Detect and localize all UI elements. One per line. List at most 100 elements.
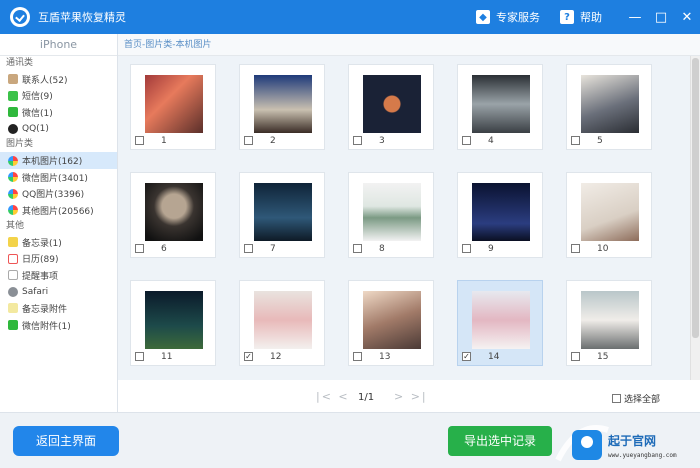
photo-tile-selected[interactable]: ✓ 14	[457, 280, 543, 366]
help-label: 帮助	[580, 11, 602, 24]
photo-thumbnail	[363, 75, 421, 133]
sidebar-item-calendar[interactable]: 日历(89)	[0, 250, 117, 267]
category-photos: 图片类	[6, 139, 34, 150]
sidebar-item-safari[interactable]: Safari	[0, 284, 117, 301]
photo-checkbox[interactable]	[462, 136, 471, 145]
photo-tile[interactable]: 4	[457, 64, 543, 150]
photo-grid: 1 2 3 4 5 6 7 8 9 10 11 ✓ 12 13 ✓ 14 15	[118, 56, 690, 380]
photo-tile[interactable]: 5	[566, 64, 652, 150]
sms-icon	[8, 90, 18, 101]
sidebar-item-other-photos[interactable]: 其他图片(20566)	[0, 202, 117, 219]
photos-icon	[8, 155, 18, 166]
select-all-checkbox[interactable]: 选择全部	[612, 392, 660, 405]
photo-checkbox[interactable]	[571, 244, 580, 253]
photo-thumbnail	[472, 183, 530, 241]
expert-service-label: 专家服务	[496, 11, 540, 24]
photo-checkbox[interactable]	[462, 244, 471, 253]
qq-icon	[8, 124, 18, 135]
photo-checkbox[interactable]	[353, 352, 362, 361]
expert-service-button[interactable]: ◆ 专家服务	[476, 9, 540, 25]
vertical-scrollbar[interactable]	[690, 56, 700, 380]
next-page-button[interactable]: > >|	[394, 390, 428, 403]
back-to-home-button[interactable]: 返回主界面	[13, 426, 119, 456]
user-icon: ◆	[476, 10, 490, 24]
category-communication: 通讯类	[6, 58, 34, 68]
photo-tile[interactable]: 7	[239, 172, 325, 258]
sidebar-item-notes-attachments[interactable]: 备忘录附件	[0, 300, 117, 317]
photo-thumbnail	[254, 291, 312, 349]
sidebar-item-qq[interactable]: QQ(1)	[0, 121, 117, 138]
wechat-attachment-icon	[8, 320, 18, 331]
photo-thumbnail	[254, 75, 312, 133]
photo-checkbox[interactable]	[353, 136, 362, 145]
photo-checkbox[interactable]	[135, 136, 144, 145]
sidebar-item-wechat[interactable]: 微信(1)	[0, 104, 117, 121]
photo-thumbnail	[145, 183, 203, 241]
export-selected-button[interactable]: 导出选中记录	[448, 426, 552, 456]
photo-checkbox[interactable]	[571, 352, 580, 361]
sidebar-item-sms[interactable]: 短信(9)	[0, 88, 117, 105]
photo-thumbnail	[254, 183, 312, 241]
minimize-button[interactable]: —	[622, 10, 648, 25]
photo-checkbox[interactable]	[135, 352, 144, 361]
app-logo-icon	[10, 7, 30, 27]
photo-tile[interactable]: 10	[566, 172, 652, 258]
photo-tile[interactable]: 1	[130, 64, 216, 150]
photo-tile[interactable]: 3	[348, 64, 434, 150]
safari-icon	[8, 286, 18, 297]
category-other: 其他	[6, 220, 25, 231]
sidebar-item-reminders[interactable]: 提醒事项	[0, 267, 117, 284]
photo-tile[interactable]: 15	[566, 280, 652, 366]
other-photos-icon	[8, 205, 18, 216]
question-icon: ?	[560, 10, 574, 24]
photo-thumbnail	[472, 291, 530, 349]
contacts-icon	[8, 74, 18, 85]
photo-tile[interactable]: 9	[457, 172, 543, 258]
photo-thumbnail	[363, 183, 421, 241]
sidebar-item-wechat-attachments[interactable]: 微信附件(1)	[0, 317, 117, 334]
reminders-icon	[8, 270, 18, 281]
photo-tile[interactable]: 11	[130, 280, 216, 366]
qq-photos-icon	[8, 188, 18, 199]
photo-tile[interactable]: 13	[348, 280, 434, 366]
wechat-icon	[8, 107, 18, 118]
photo-tile[interactable]: 8	[348, 172, 434, 258]
photo-thumbnail	[363, 291, 421, 349]
close-button[interactable]: ✕	[674, 10, 700, 25]
photo-tile[interactable]: 2	[239, 64, 325, 150]
photo-thumbnail	[145, 75, 203, 133]
calendar-icon	[8, 253, 18, 264]
photo-thumbnail	[472, 75, 530, 133]
sidebar: iPhone 通讯类 联系人(52) 短信(9) 微信(1) QQ(1) 图片类…	[0, 34, 118, 412]
watermark-text: 起于官网	[608, 434, 657, 448]
maximize-button[interactable]: □	[648, 10, 674, 25]
photo-thumbnail	[581, 291, 639, 349]
photo-checkbox[interactable]	[135, 244, 144, 253]
photo-tile[interactable]: 6	[130, 172, 216, 258]
sidebar-item-local-photos[interactable]: 本机图片(162)	[0, 152, 117, 169]
page-indicator: 1/1	[358, 392, 375, 403]
wechat-photos-icon	[8, 172, 18, 183]
photo-checkbox[interactable]: ✓	[244, 352, 253, 361]
help-button[interactable]: ? 帮助	[560, 9, 602, 25]
scrollbar-thumb[interactable]	[692, 58, 699, 338]
pager: |< < 1/1 > >| 选择全部	[118, 380, 700, 412]
photo-checkbox[interactable]	[244, 244, 253, 253]
checkbox-box	[612, 394, 621, 403]
sidebar-item-wechat-photos[interactable]: 微信图片(3401)	[0, 169, 117, 186]
sidebar-item-notes[interactable]: 备忘录(1)	[0, 234, 117, 251]
photo-checkbox[interactable]: ✓	[462, 352, 471, 361]
prev-page-button[interactable]: |< <	[316, 390, 350, 403]
photo-checkbox[interactable]	[353, 244, 362, 253]
photo-checkbox[interactable]	[571, 136, 580, 145]
sidebar-item-qq-photos[interactable]: QQ图片(3396)	[0, 186, 117, 203]
device-title: iPhone	[0, 34, 117, 56]
title-bar: 互盾苹果恢复精灵 ◆ 专家服务 ? 帮助 — □ ✕	[0, 0, 700, 34]
select-all-label: 选择全部	[624, 395, 661, 405]
notes-attachment-icon	[8, 303, 18, 314]
photo-checkbox[interactable]	[244, 136, 253, 145]
app-title: 互盾苹果恢复精灵	[38, 11, 126, 24]
notes-icon	[8, 237, 18, 248]
photo-tile[interactable]: ✓ 12	[239, 280, 325, 366]
sidebar-item-contacts[interactable]: 联系人(52)	[0, 71, 117, 88]
